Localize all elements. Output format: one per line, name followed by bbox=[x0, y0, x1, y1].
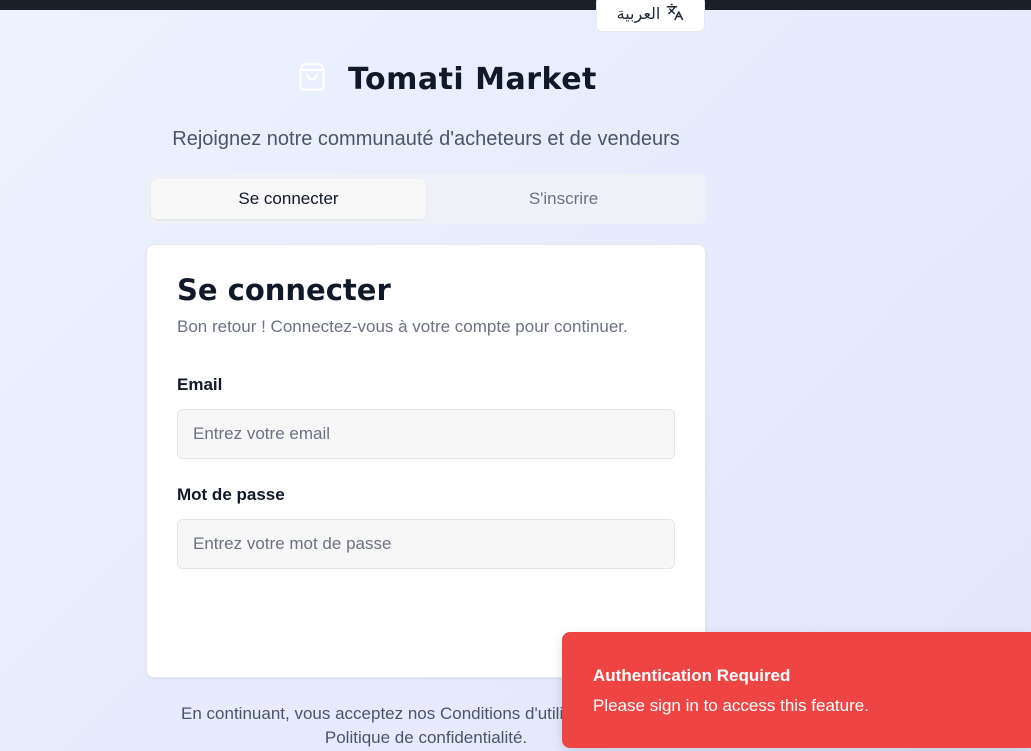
login-title: Se connecter bbox=[177, 273, 391, 307]
login-description: Bon retour ! Connectez-vous à votre comp… bbox=[177, 317, 628, 336]
language-label: العربية bbox=[616, 6, 661, 23]
brand-title: Tomati Market bbox=[348, 62, 597, 97]
email-label: Email bbox=[177, 375, 223, 394]
password-field[interactable] bbox=[177, 519, 675, 569]
translate-icon bbox=[666, 3, 684, 26]
auth-tabs: Se connecter S'inscrire bbox=[146, 174, 706, 224]
tab-signup[interactable]: S'inscrire bbox=[426, 179, 701, 219]
auth-required-toast[interactable]: Authentication Required Please sign in t… bbox=[562, 632, 1031, 748]
language-switch-button[interactable]: العربية bbox=[596, 0, 705, 32]
tagline: Rejoignez notre communauté d'acheteurs e… bbox=[172, 128, 680, 150]
login-card: Se connecter Bon retour ! Connectez-vous… bbox=[146, 244, 706, 678]
brand: Tomati Market bbox=[298, 62, 597, 97]
browser-top-bar bbox=[0, 0, 1031, 10]
password-label: Mot de passe bbox=[177, 485, 285, 504]
shopping-bag-icon bbox=[298, 62, 326, 97]
toast-message: Please sign in to access this feature. bbox=[593, 696, 869, 715]
tab-login[interactable]: Se connecter bbox=[151, 179, 426, 219]
toast-title: Authentication Required bbox=[593, 666, 791, 685]
email-field[interactable] bbox=[177, 409, 675, 459]
